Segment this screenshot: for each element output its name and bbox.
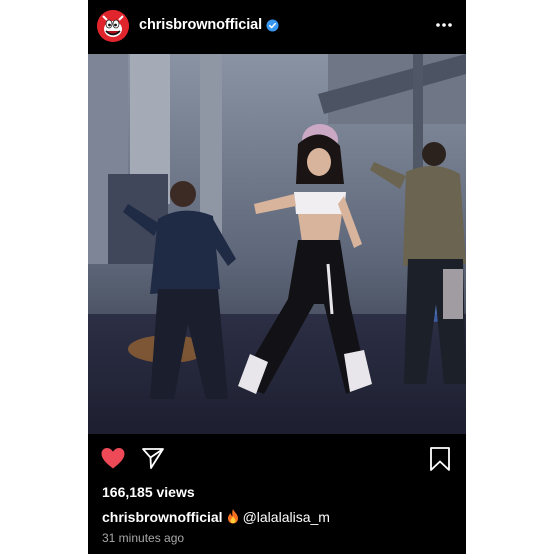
send-icon[interactable] bbox=[141, 446, 165, 470]
post-video[interactable] bbox=[88, 54, 466, 434]
avatar[interactable] bbox=[97, 10, 129, 42]
mascot-avatar-icon bbox=[97, 10, 129, 42]
post-author-username[interactable]: chrisbrownofficial bbox=[139, 17, 262, 33]
instagram-post: chrisbrownofficial 166,185 views chrisbr… bbox=[88, 0, 466, 554]
post-timestamp: 31 minutes ago bbox=[102, 531, 185, 545]
heart-icon[interactable] bbox=[100, 446, 126, 470]
dance-video-frame bbox=[88, 54, 466, 434]
fire-emoji-icon bbox=[227, 509, 238, 524]
view-count[interactable]: 166,185 views bbox=[102, 484, 195, 500]
caption: chrisbrownofficial @lalalalisa_m bbox=[102, 508, 330, 525]
caption-username[interactable]: chrisbrownofficial bbox=[102, 509, 223, 525]
bookmark-icon[interactable] bbox=[429, 446, 451, 472]
more-options-icon[interactable] bbox=[434, 18, 454, 32]
post-header: chrisbrownofficial bbox=[88, 0, 466, 54]
caption-mention[interactable]: @lalalalisa_m bbox=[243, 509, 330, 525]
verified-badge-icon bbox=[266, 19, 279, 32]
